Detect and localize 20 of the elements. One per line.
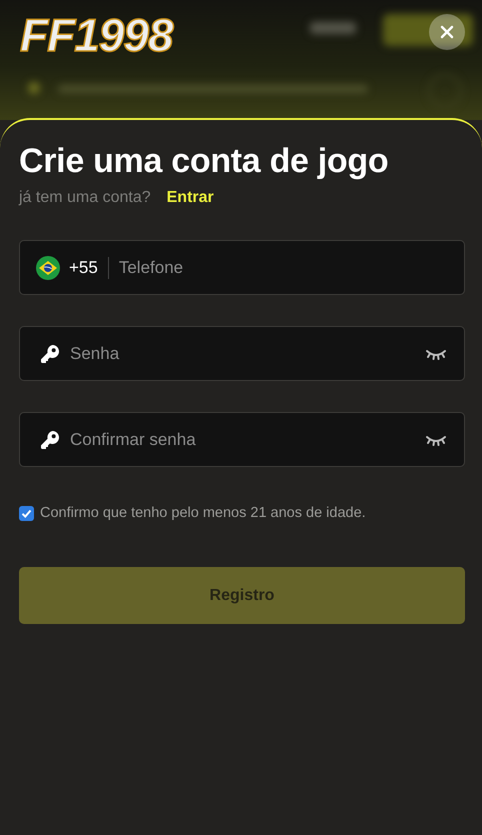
password-field[interactable]: Confirmar senha [19,412,465,467]
password-field[interactable]: Senha [19,326,465,381]
close-button[interactable] [429,14,465,50]
password-input[interactable]: Confirmar senha [70,430,416,450]
phone-field[interactable]: +55 Telefone [19,240,465,295]
subtitle: já tem uma conta? [19,189,151,207]
key-icon [40,430,60,450]
close-icon [440,25,454,39]
closed-eye-icon[interactable] [426,348,446,360]
country-code[interactable]: +55 [69,258,98,278]
phone-input[interactable]: Telefone [118,258,446,278]
login-link[interactable]: Entrar [166,189,214,207]
dialog-title: Crie uma conta de jogo [19,142,390,181]
brazil-flag-icon [36,256,60,280]
age-confirmation-label: Confirmo que tenho pelo menos 21 anos de idade. [40,505,366,521]
logo[interactable]: FF1998 [20,8,173,62]
password-input[interactable]: Senha [70,344,416,364]
key-icon [40,344,60,364]
closed-eye-icon[interactable] [426,434,446,446]
checkbox[interactable] [19,506,34,520]
